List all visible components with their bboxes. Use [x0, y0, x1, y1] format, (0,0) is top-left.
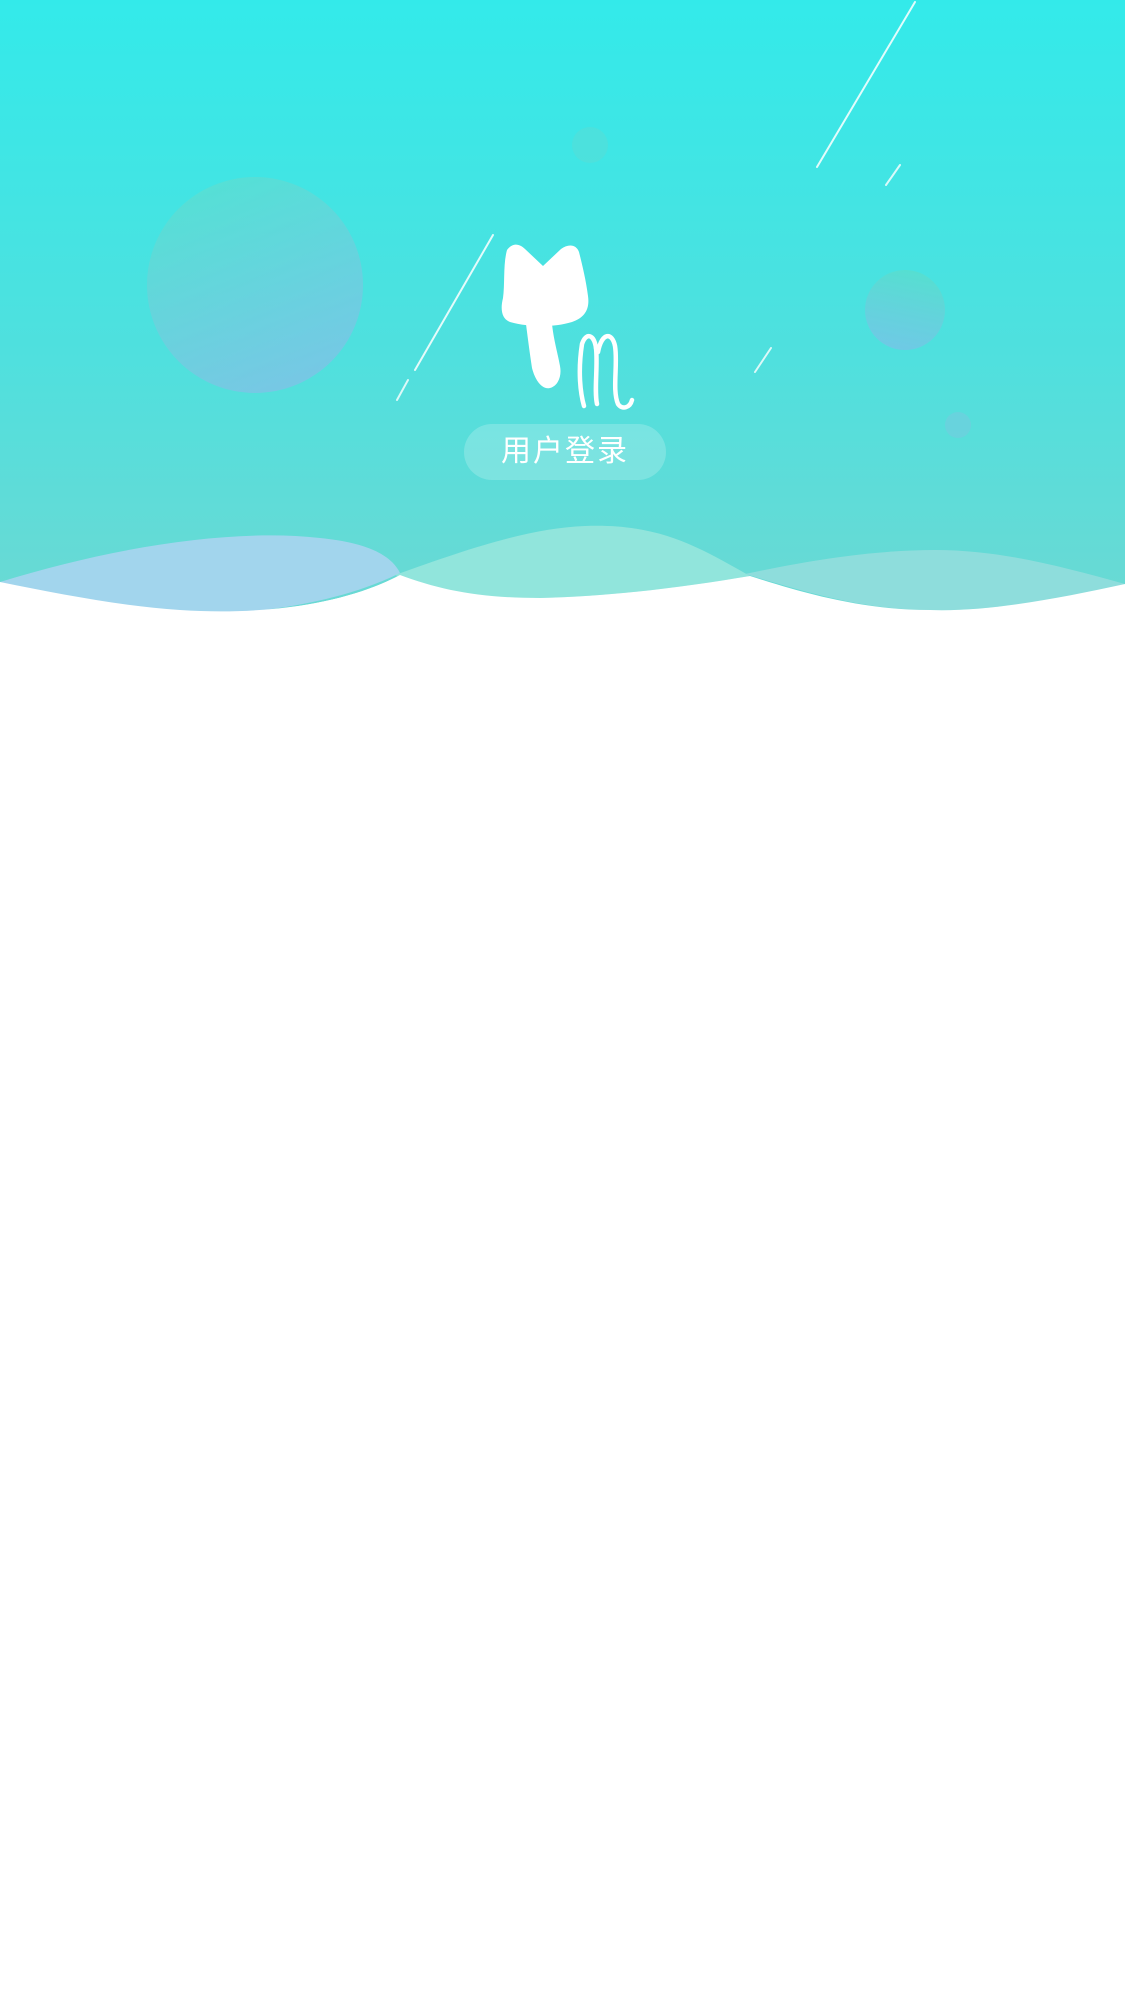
cat-tm-logo-icon: [501, 244, 635, 410]
tiny-bubble-decoration: [945, 412, 971, 438]
medium-bubble-decoration: [865, 270, 945, 350]
user-login-button[interactable]: 用户登录: [464, 424, 666, 480]
content-area: [0, 640, 1125, 2001]
large-bubble-decoration: [147, 177, 363, 393]
small-bubble-decoration: [572, 127, 608, 163]
user-login-label: 用户登录: [501, 434, 629, 469]
hero-header: 用户登录: [0, 0, 1125, 640]
login-screen: 用户登录: [0, 0, 1125, 2001]
